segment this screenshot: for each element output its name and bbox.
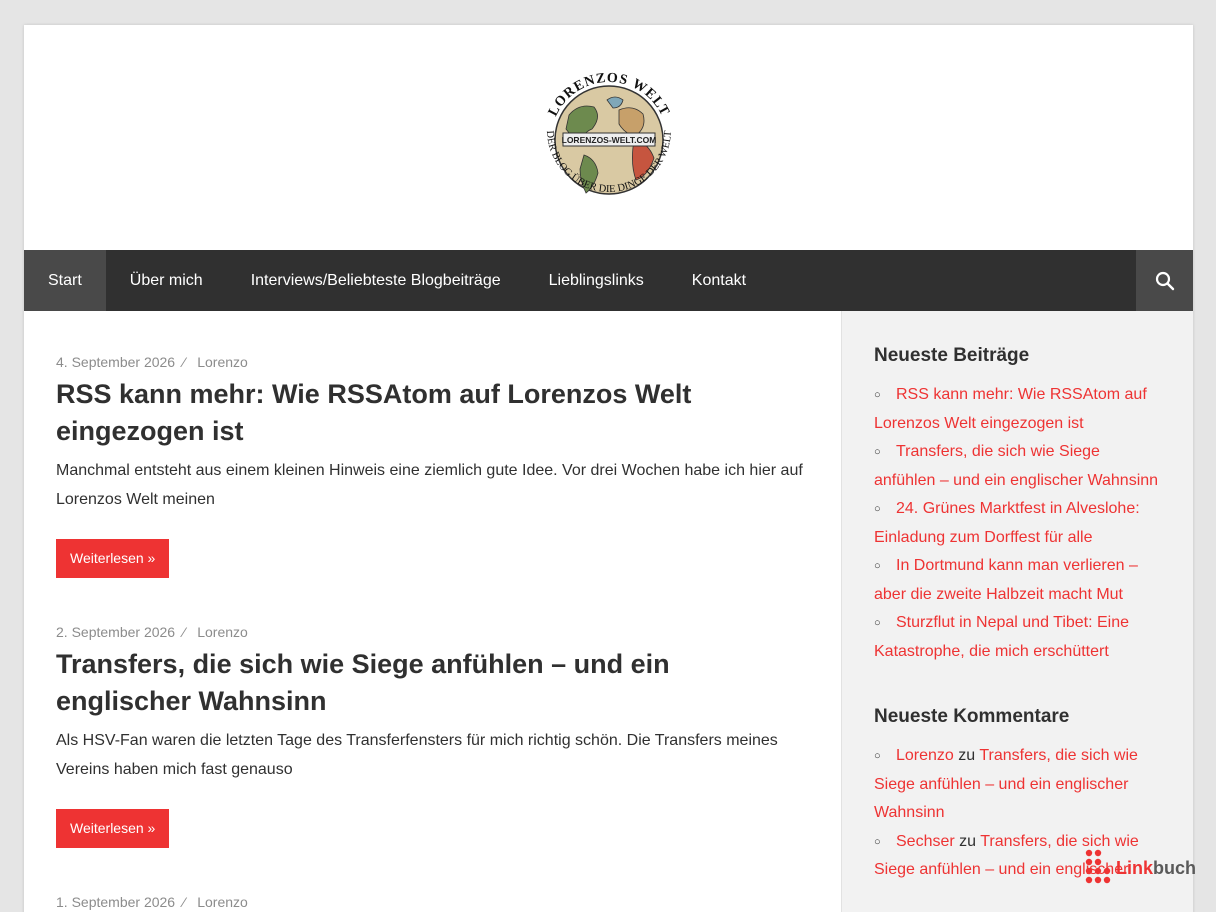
bullet-icon: ○: [874, 446, 881, 458]
post-meta: 1. September 2026 ⁄ Lorenzo: [56, 894, 809, 910]
site-header: LORENZOS-WELT.COM LORENZOS WELT DER BLOG…: [24, 25, 1193, 250]
bullet-icon: ○: [874, 503, 881, 515]
post-meta: 4. September 2026 ⁄ Lorenzo: [56, 354, 809, 370]
site-logo[interactable]: LORENZOS-WELT.COM LORENZOS WELT DER BLOG…: [529, 60, 689, 220]
post-author[interactable]: Lorenzo: [197, 354, 248, 370]
sidebar: Neueste Beiträge ○ RSS kann mehr: Wie RSS…: [841, 311, 1193, 912]
list-item: ○ RSS kann mehr: Wie RSSAtom auf Lorenzos…: [874, 381, 1161, 438]
nav-item-lieblingslinks[interactable]: Lieblingslinks: [525, 250, 668, 311]
recent-posts-widget: Neueste Beiträge ○ RSS kann mehr: Wie RSS…: [874, 345, 1161, 666]
bullet-icon: ○: [874, 560, 881, 572]
nav-item-interviews[interactable]: Interviews/Beliebteste Blogbeiträge: [227, 250, 525, 311]
read-more-button[interactable]: Weiterlesen »: [56, 809, 170, 848]
meta-separator: ⁄: [182, 624, 186, 640]
list-item: ○ Transfers, die sich wie Siege anfühlen …: [874, 438, 1161, 495]
widget-title: Neueste Kommentare: [874, 706, 1070, 727]
comment-author-link[interactable]: Sechser: [896, 833, 955, 850]
post-entry: 1. September 2026 ⁄ Lorenzo: [56, 894, 809, 910]
post-date[interactable]: 2. September 2026: [56, 624, 175, 640]
content-area: 4. September 2026 ⁄ Lorenzo RSS kann meh…: [24, 311, 1193, 912]
post-title[interactable]: RSS kann mehr: Wie RSSAtom auf Lorenzos …: [56, 376, 809, 450]
bullet-icon: ○: [874, 389, 881, 401]
list-item: ○ 24. Grünes Marktfest in Alveslohe: Einl…: [874, 495, 1161, 552]
recent-post-link[interactable]: Sturzflut in Nepal und Tibet: Eine Katas…: [874, 614, 1129, 660]
nav-item-start[interactable]: Start: [24, 250, 106, 311]
post-author[interactable]: Lorenzo: [197, 894, 248, 910]
comment-author-link[interactable]: Lorenzo: [896, 747, 954, 764]
post-meta: 2. September 2026 ⁄ Lorenzo: [56, 624, 809, 640]
bullet-icon: ○: [874, 835, 881, 848]
post-entry: 4. September 2026 ⁄ Lorenzo RSS kann meh…: [56, 354, 809, 578]
badge-text-link: Link: [1115, 857, 1153, 878]
search-icon: [1155, 271, 1174, 290]
page-wrapper: LORENZOS-WELT.COM LORENZOS WELT DER BLOG…: [24, 25, 1193, 912]
meta-separator: ⁄: [182, 894, 186, 910]
nav-item-ueber-mich[interactable]: Über mich: [106, 250, 227, 311]
linkbuch-logo-icon: [1085, 849, 1111, 884]
post-date[interactable]: 4. September 2026: [56, 354, 175, 370]
post-date[interactable]: 1. September 2026: [56, 894, 175, 910]
meta-separator: ⁄: [182, 354, 186, 370]
recent-post-link[interactable]: RSS kann mehr: Wie RSSAtom auf Lorenzos …: [874, 386, 1147, 432]
post-author[interactable]: Lorenzo: [197, 624, 248, 640]
post-list: 4. September 2026 ⁄ Lorenzo RSS kann meh…: [24, 311, 841, 912]
bullet-icon: ○: [874, 750, 881, 762]
post-excerpt: Als HSV-Fan waren die letzten Tage des T…: [56, 732, 778, 778]
svg-text:LORENZOS-WELT.COM: LORENZOS-WELT.COM: [561, 135, 656, 145]
list-item: ○ In Dortmund kann man verlieren – aber d…: [874, 552, 1161, 609]
recent-post-link[interactable]: In Dortmund kann man verlieren – aber di…: [874, 557, 1138, 603]
main-navigation: Start Über mich Interviews/Beliebteste B…: [24, 250, 1193, 311]
list-item: ○ Lorenzo zu Transfers, die sich wie Sieg…: [874, 742, 1161, 828]
recent-post-link[interactable]: Transfers, die sich wie Siege anfühlen –…: [874, 443, 1158, 489]
post-excerpt: Manchmal entsteht aus einem kleinen Hinw…: [56, 462, 803, 508]
widget-title: Neueste Beiträge: [874, 345, 1030, 366]
linkbuch-badge[interactable]: Link buch: [1084, 848, 1196, 888]
comment-joiner: zu: [959, 832, 977, 850]
badge-text-buch: buch: [1153, 857, 1196, 878]
comment-joiner: zu: [958, 747, 976, 764]
post-title[interactable]: Transfers, die sich wie Siege anfühlen –…: [56, 646, 809, 720]
read-more-button[interactable]: Weiterlesen »: [56, 539, 170, 578]
list-item: ○ Sturzflut in Nepal und Tibet: Eine Kata…: [874, 609, 1161, 666]
post-entry: 2. September 2026 ⁄ Lorenzo Transfers, d…: [56, 624, 809, 848]
recent-posts-list: ○ RSS kann mehr: Wie RSSAtom auf Lorenzos…: [874, 381, 1161, 666]
search-button[interactable]: [1136, 250, 1193, 311]
recent-post-link[interactable]: 24. Grünes Marktfest in Alveslohe: Einla…: [874, 500, 1140, 546]
bullet-icon: ○: [874, 617, 881, 629]
nav-item-kontakt[interactable]: Kontakt: [668, 250, 770, 311]
